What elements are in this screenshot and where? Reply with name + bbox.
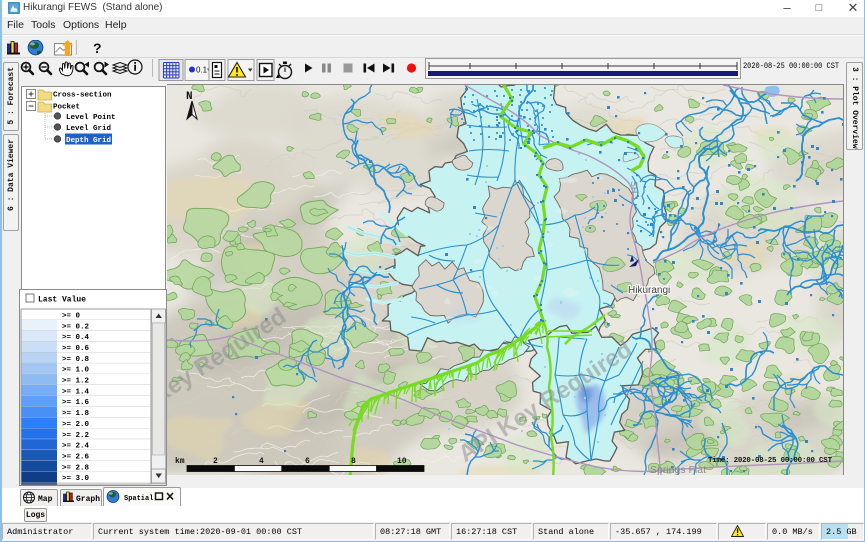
svg-text:0.1: 0.1 bbox=[196, 66, 208, 75]
svg-text:Map: Map bbox=[38, 495, 53, 504]
svg-text:Spatial: Spatial bbox=[124, 495, 153, 503]
svg-text:>= 1.6: >= 1.6 bbox=[62, 399, 90, 407]
svg-text:>= 3.0: >= 3.0 bbox=[62, 475, 90, 483]
svg-text:>= 0.6: >= 0.6 bbox=[62, 345, 90, 353]
svg-text:?: ? bbox=[93, 40, 102, 56]
svg-text:Level Grid: Level Grid bbox=[66, 125, 111, 133]
svg-text:Level Point: Level Point bbox=[66, 114, 116, 122]
svg-text:km: km bbox=[175, 457, 185, 466]
svg-text:>= 1.0: >= 1.0 bbox=[62, 367, 90, 375]
svg-text:>= 2.8: >= 2.8 bbox=[62, 464, 90, 472]
svg-text:>= 1.8: >= 1.8 bbox=[62, 410, 90, 418]
svg-text:2: 2 bbox=[213, 457, 218, 466]
svg-text:Time: 2020-08-25 00:00:00 CST: Time: 2020-08-25 00:00:00 CST bbox=[708, 457, 833, 465]
svg-text:>= 0: >= 0 bbox=[62, 312, 81, 320]
svg-text:>= 2.4: >= 2.4 bbox=[62, 443, 90, 451]
svg-text:Depth Grid: Depth Grid bbox=[66, 137, 111, 145]
svg-text:Springs Flat: Springs Flat bbox=[650, 464, 706, 475]
svg-text:10: 10 bbox=[397, 457, 407, 466]
svg-text:>= 1.2: >= 1.2 bbox=[62, 378, 90, 386]
svg-text:Graph: Graph bbox=[76, 495, 100, 504]
svg-text:>= 1.4: >= 1.4 bbox=[62, 388, 90, 396]
svg-text:>= 0.2: >= 0.2 bbox=[62, 323, 90, 331]
svg-text:>= 0.4: >= 0.4 bbox=[62, 334, 90, 342]
svg-text:>= 2.0: >= 2.0 bbox=[62, 421, 90, 429]
svg-text:Hikurangi: Hikurangi bbox=[628, 285, 670, 296]
svg-text:SH 1: SH 1 bbox=[629, 181, 640, 201]
svg-text:8: 8 bbox=[351, 457, 356, 466]
svg-text:>= 2.2: >= 2.2 bbox=[62, 432, 90, 440]
svg-text:>= 2.6: >= 2.6 bbox=[62, 453, 90, 461]
svg-text:Last Value: Last Value bbox=[38, 296, 86, 305]
svg-text:>= 0.8: >= 0.8 bbox=[62, 356, 90, 364]
svg-text:Pocket: Pocket bbox=[53, 104, 80, 112]
svg-text:Cross-section: Cross-section bbox=[53, 92, 112, 100]
svg-text:6: 6 bbox=[305, 457, 310, 466]
svg-text:4: 4 bbox=[259, 457, 264, 466]
